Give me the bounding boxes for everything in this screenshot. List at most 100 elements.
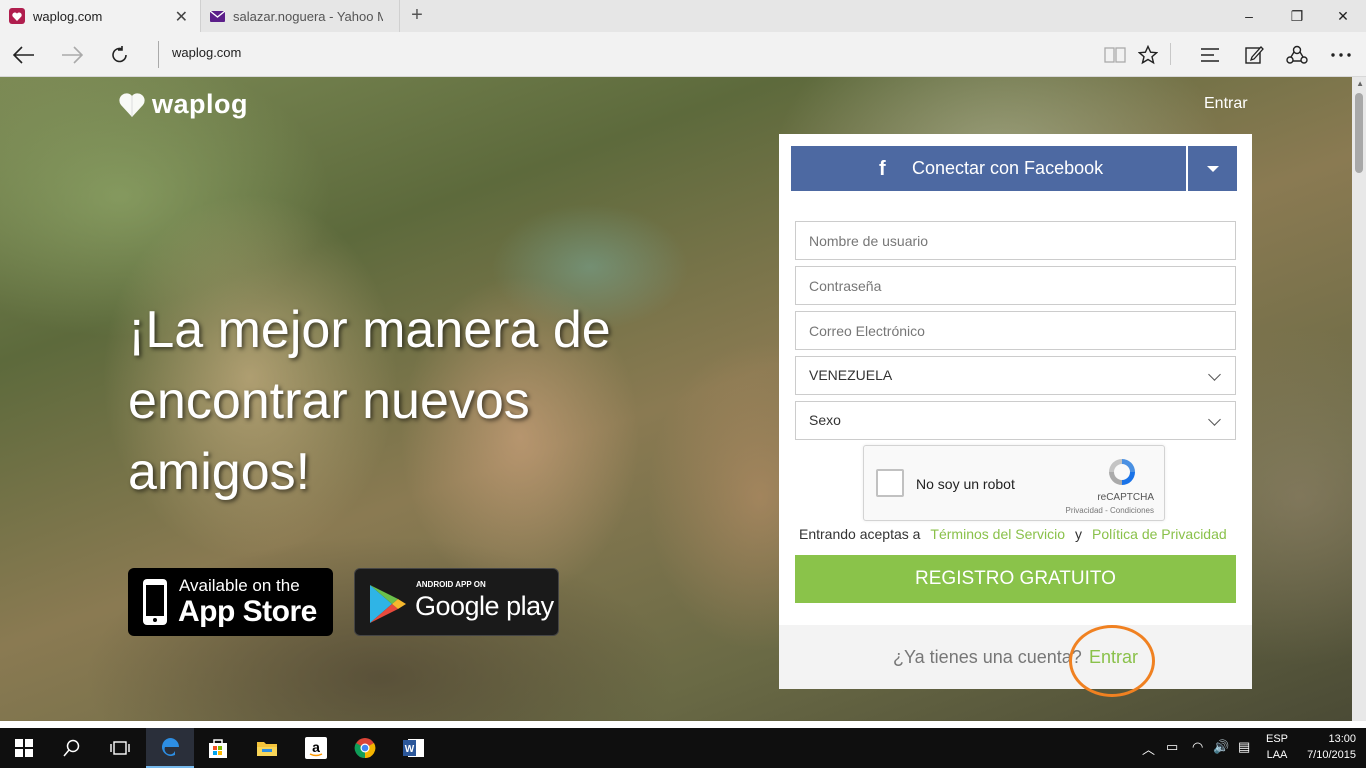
hero-line: encontrar nuevos <box>128 372 530 430</box>
mail-icon <box>210 10 225 22</box>
sex-value: Sexo <box>809 412 841 428</box>
recaptcha-logo-icon <box>1109 459 1135 485</box>
back-arrow-icon <box>13 45 34 64</box>
clock-time: 13:00 <box>1328 733 1356 745</box>
chrome-icon <box>354 738 376 759</box>
app-store-button[interactable]: Available on the App Store <box>128 568 333 636</box>
chevron-down-icon <box>1208 413 1221 426</box>
app-store-big-text: App Store <box>178 595 317 628</box>
hero-line: ¡La mejor manera de <box>128 301 611 359</box>
scroll-up-icon[interactable]: ▲ <box>1356 79 1364 88</box>
caret-down-icon <box>1206 165 1219 172</box>
web-note-button[interactable] <box>1234 32 1274 77</box>
notifications-icon[interactable]: ▤ <box>1238 739 1250 755</box>
facebook-f-icon: f <box>879 158 886 180</box>
terms-of-service-link[interactable]: Términos del Servicio <box>930 526 1065 542</box>
hub-button[interactable] <box>1190 32 1230 77</box>
svg-text:a: a <box>312 739 320 755</box>
taskbar-edge[interactable] <box>146 728 194 768</box>
recaptcha-privacy-links[interactable]: Privacidad - Condiciones <box>1066 506 1155 515</box>
app-store-small-text: Available on the <box>179 576 300 595</box>
email-input[interactable] <box>795 311 1236 350</box>
scroll-thumb[interactable] <box>1355 93 1363 173</box>
have-account-text: ¿Ya tienes una cuenta? <box>893 647 1082 667</box>
logo-text: waplog <box>152 89 248 119</box>
task-view-button[interactable] <box>96 728 144 768</box>
toolbar-divider <box>1170 43 1171 65</box>
windows-logo-icon <box>15 739 33 757</box>
volume-icon[interactable]: 🔊 <box>1213 739 1229 755</box>
search-button[interactable] <box>48 728 96 768</box>
recaptcha-checkbox[interactable] <box>876 469 904 497</box>
show-hidden-icons[interactable]: ︿ <box>1142 739 1155 758</box>
facebook-options-dropdown[interactable] <box>1188 146 1237 191</box>
taskbar-file-explorer[interactable] <box>243 728 291 768</box>
play-triangle-icon <box>370 585 406 623</box>
signup-panel: f Conectar con Facebook VENEZUELA Sexo N… <box>779 134 1252 697</box>
taskbar-store[interactable] <box>194 728 242 768</box>
tab-label: salazar.noguera - Yahoo Mai <box>233 8 383 24</box>
restore-button[interactable]: ❐ <box>1274 0 1320 32</box>
input-language[interactable]: ESP LAA <box>1266 731 1288 763</box>
wifi-icon[interactable]: ◠ <box>1192 739 1203 755</box>
waplog-logo[interactable]: waplog <box>118 89 248 120</box>
waplog-heart-logo-icon <box>119 92 145 117</box>
google-play-small-text: ANDROID APP ON <box>416 580 486 589</box>
start-button[interactable] <box>0 728 48 768</box>
chevron-down-icon <box>1208 368 1221 381</box>
header-login-link[interactable]: Entrar <box>1204 95 1248 113</box>
close-tab-icon[interactable]: ✕ <box>175 7 188 27</box>
recaptcha-brand: reCAPTCHA <box>1097 492 1154 503</box>
iphone-icon <box>143 579 167 625</box>
username-input[interactable] <box>795 221 1236 260</box>
more-dots-icon <box>1331 52 1351 57</box>
language-code: ESP <box>1266 733 1289 745</box>
password-input[interactable] <box>795 266 1236 305</box>
login-footer: ¿Ya tienes una cuenta? Entrar <box>779 625 1252 697</box>
address-bar[interactable]: waplog.com <box>172 45 241 60</box>
taskbar-amazon[interactable]: a <box>292 728 340 768</box>
page-scrollbar[interactable]: ▲ <box>1352 77 1366 721</box>
recaptcha-widget: No soy un robot reCAPTCHA Privacidad - C… <box>863 445 1165 521</box>
register-button[interactable]: REGISTRO GRATUITO <box>795 555 1236 603</box>
book-icon <box>1104 46 1126 63</box>
battery-icon[interactable]: ▭ <box>1166 739 1178 755</box>
tab-bar: waplog.com ✕ salazar.noguera - Yahoo Mai… <box>0 0 1366 32</box>
share-button[interactable] <box>1277 32 1317 77</box>
waplog-page: waplog Entrar ¡La mejor manera de encont… <box>0 77 1366 721</box>
windows-taskbar: a W ︿ ▭ ◠ 🔊 ▤ ESP LAA 13:00 7/10/2015 <box>0 721 1366 768</box>
hero-line: amigos! <box>128 443 311 501</box>
refresh-icon <box>112 45 127 62</box>
recaptcha-label: No soy un robot <box>916 476 1015 492</box>
share-icon <box>1286 45 1308 64</box>
tab-waplog[interactable]: waplog.com ✕ <box>0 0 200 32</box>
country-select[interactable]: VENEZUELA <box>795 356 1236 395</box>
google-play-button[interactable]: ANDROID APP ON Google play <box>354 568 559 636</box>
close-window-button[interactable]: ✕ <box>1320 0 1366 32</box>
waplog-heart-icon <box>9 8 25 24</box>
taskbar-word[interactable]: W <box>390 728 438 768</box>
refresh-button[interactable] <box>100 32 140 77</box>
terms-prefix: Entrando aceptas a <box>799 526 921 542</box>
favorites-button[interactable] <box>1128 32 1168 77</box>
address-divider <box>158 41 159 68</box>
back-button[interactable] <box>4 32 44 77</box>
system-clock[interactable]: 13:00 7/10/2015 <box>1300 731 1356 763</box>
forward-button[interactable] <box>52 32 92 77</box>
tab-yahoo-mail[interactable]: salazar.noguera - Yahoo Mai <box>200 0 400 32</box>
edge-icon <box>161 738 179 756</box>
new-tab-button[interactable]: + <box>406 4 428 26</box>
privacy-policy-link[interactable]: Política de Privacidad <box>1092 526 1227 542</box>
tab-label: waplog.com <box>33 8 103 24</box>
task-view-icon <box>110 741 130 755</box>
navigation-bar: waplog.com <box>0 32 1366 77</box>
facebook-connect-button[interactable]: f Conectar con Facebook <box>791 146 1186 191</box>
more-button[interactable] <box>1321 32 1361 77</box>
sex-select[interactable]: Sexo <box>795 401 1236 440</box>
terms-and: y <box>1075 526 1083 542</box>
hub-icon <box>1201 47 1219 62</box>
country-value: VENEZUELA <box>809 367 893 383</box>
taskbar-chrome[interactable] <box>341 728 389 768</box>
keyboard-layout: LAA <box>1266 749 1288 761</box>
minimize-button[interactable]: – <box>1226 0 1272 32</box>
